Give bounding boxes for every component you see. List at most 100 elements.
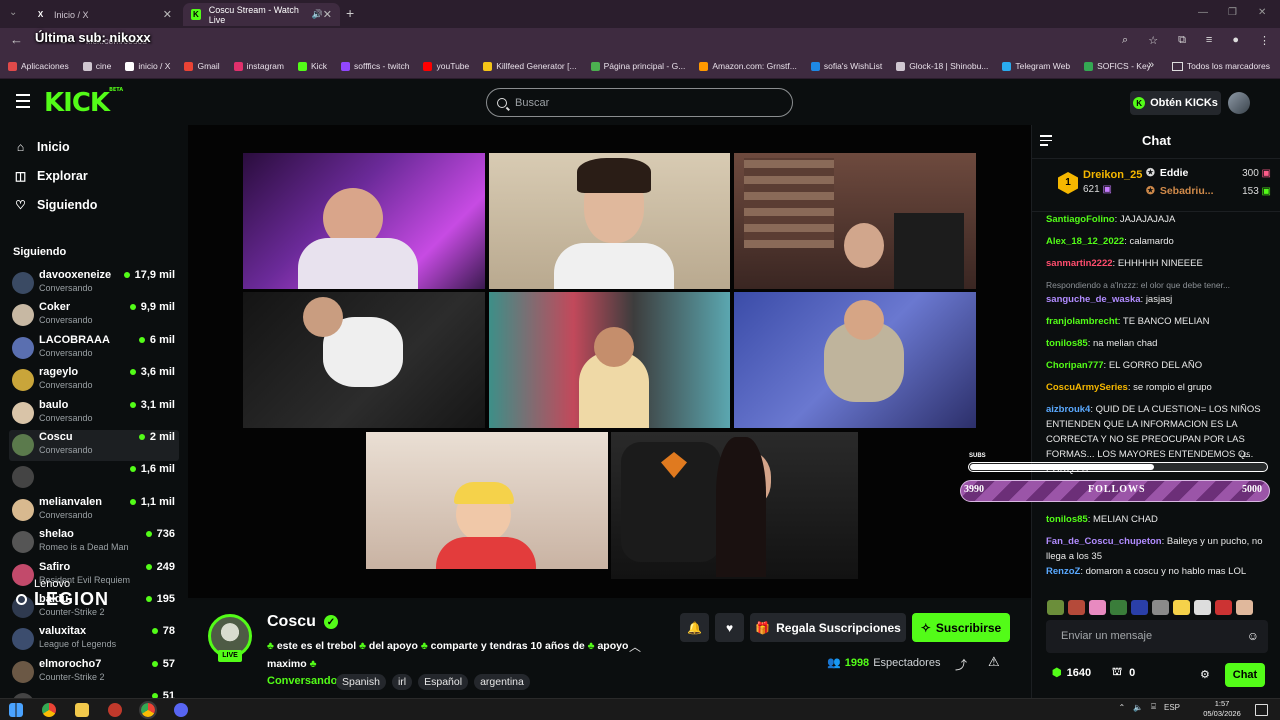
bookmark-item[interactable]: Telegram Web	[1002, 61, 1070, 71]
menu-icon[interactable]: ⋮	[1259, 34, 1270, 47]
bookmark-item[interactable]: Aplicaciones	[8, 61, 69, 71]
notification-icon[interactable]	[1255, 704, 1268, 716]
follow-button[interactable]: ♥	[715, 613, 744, 642]
kick-logo[interactable]: KICKBETA	[44, 87, 123, 118]
notification-bell-button[interactable]: 🔔	[680, 613, 709, 642]
send-chat-button[interactable]: Chat	[1225, 663, 1265, 687]
channel-points[interactable]: ⬢ 1640	[1052, 666, 1091, 680]
bookmark-item[interactable]: Amazon.com: Grnstf...	[699, 61, 797, 71]
network-icon[interactable]: ⌸	[1151, 702, 1156, 712]
bookmark-item[interactable]: cine	[82, 61, 111, 71]
emote-icon[interactable]	[1131, 600, 1148, 615]
discord-icon[interactable]	[174, 703, 188, 717]
clock[interactable]: 1:57 05/03/2026	[1200, 699, 1244, 719]
followed-channel[interactable]: 51	[9, 689, 179, 698]
chat-username[interactable]: sanguche_de_waska	[1046, 294, 1141, 305]
sidebar-item-inicio[interactable]: ⌂ Inicio	[14, 140, 70, 154]
sidebar-item-siguiendo[interactable]: ♡ Siguiendo	[14, 198, 97, 212]
profile-icon[interactable]: ●	[1232, 34, 1239, 47]
leaderboard-row[interactable]: ✪ Sebadriu... 153 ▣	[1146, 185, 1271, 197]
bookmark-item[interactable]: Gmail	[184, 61, 220, 71]
chat-username[interactable]: aizbrouk4	[1046, 404, 1090, 415]
speaker-icon[interactable]: 🔊	[312, 9, 323, 20]
leader-name[interactable]: Dreikon_25	[1083, 169, 1142, 181]
emote-icon[interactable]	[1089, 600, 1106, 615]
tab-x[interactable]: X Inicio / X ✕	[27, 3, 180, 26]
minimize-icon[interactable]: —	[1198, 7, 1208, 18]
app-icon[interactable]	[108, 703, 122, 717]
chat-message-input[interactable]: Enviar un mensaje ☺	[1046, 620, 1268, 653]
chevron-up-icon[interactable]: ⌃	[1119, 703, 1126, 712]
category-link[interactable]: Conversando	[267, 675, 337, 687]
all-bookmarks[interactable]: Todos los marcadores	[1171, 61, 1270, 71]
emote-icon[interactable]	[1152, 600, 1169, 615]
tab-search-icon[interactable]: ⌄	[9, 7, 17, 18]
window-close-icon[interactable]: ✕	[1258, 7, 1266, 18]
chat-username[interactable]: CoscuArmySeries	[1046, 382, 1128, 393]
bookmark-item[interactable]: Killfeed Generator [...	[483, 61, 577, 71]
followed-channel[interactable]: elmorocho7 Counter-Strike 2 57	[9, 657, 179, 688]
zoom-icon[interactable]: ⌕	[1122, 34, 1128, 47]
file-explorer-icon[interactable]	[75, 703, 89, 717]
close-icon[interactable]: ✕	[163, 8, 172, 21]
followed-channel[interactable]: baulo Conversando 3,1 mil	[9, 398, 179, 429]
windows-start-icon[interactable]	[9, 703, 23, 717]
followed-channel[interactable]: 1,6 mil	[9, 462, 179, 493]
search-input[interactable]: Buscar	[486, 88, 793, 117]
stream-tag[interactable]: Spanish	[336, 674, 386, 690]
bookmark-item[interactable]: SOFICS - Key	[1084, 61, 1151, 71]
sidebar-item-explorar[interactable]: ◫ Explorar	[14, 169, 88, 183]
followed-channel[interactable]: davooxeneize Conversando 17,9 mil	[9, 268, 179, 299]
emote-icon[interactable]	[1236, 600, 1253, 615]
back-icon[interactable]: ←	[10, 32, 23, 47]
gear-icon[interactable]: ⚙	[1200, 668, 1210, 681]
emote-icon[interactable]	[1173, 600, 1190, 615]
chat-username[interactable]: tonilos85	[1046, 514, 1088, 525]
bookmark-item[interactable]: Glock-18 | Shinobu...	[896, 61, 988, 71]
bookmark-star-icon[interactable]: ☆	[1148, 34, 1158, 47]
followed-channel[interactable]: Coker Conversando 9,9 mil	[9, 300, 179, 331]
followed-channel[interactable]: melianvalen Conversando 1,1 mil	[9, 495, 179, 526]
emote-icon[interactable]	[1110, 600, 1127, 615]
user-avatar[interactable]	[1228, 92, 1250, 114]
chat-username[interactable]: franjolambrecht	[1046, 316, 1118, 327]
video-player[interactable]	[188, 125, 1031, 598]
emote-icon[interactable]	[1047, 600, 1064, 615]
get-kicks-button[interactable]: K Obtén KICKs	[1130, 91, 1221, 115]
chat-username[interactable]: SantiagoFolino	[1046, 214, 1115, 225]
followed-channel[interactable]: LACOBRAAA Conversando 6 mil	[9, 333, 179, 364]
tab-kick[interactable]: K Coscu Stream - Watch Live 🔊 ✕	[183, 3, 340, 26]
extensions-icon[interactable]: ⧉	[1178, 34, 1186, 47]
leaderboard-row[interactable]: ✪ Eddie 300 ▣	[1146, 167, 1271, 179]
maximize-icon[interactable]: ❐	[1228, 7, 1237, 18]
subscribe-button[interactable]: ✧ Suscribirse	[912, 613, 1010, 642]
bookmark-item[interactable]: sofffics - twitch	[341, 61, 409, 71]
chat-username[interactable]: tonilos85	[1046, 338, 1088, 349]
new-tab-icon[interactable]: +	[346, 5, 354, 21]
volume-icon[interactable]: 🔈	[1133, 703, 1143, 712]
emote-icon[interactable]	[1194, 600, 1211, 615]
bookmark-item[interactable]: Kick	[297, 61, 327, 71]
more-bookmarks-icon[interactable]: »	[1148, 59, 1154, 71]
bookmark-item[interactable]: inicio / X	[125, 61, 170, 71]
url-field[interactable]: kick.com/coscu	[86, 33, 1146, 50]
bookmark-item[interactable]: sofia's WishList	[810, 61, 882, 71]
chat-username[interactable]: RenzoZ	[1046, 566, 1080, 577]
followed-channel[interactable]: valuxitax League of Legends 78	[9, 624, 179, 655]
emote-icon[interactable]	[1068, 600, 1085, 615]
followed-channel[interactable]: shelao Romeo is a Dead Man 736	[9, 527, 179, 558]
emote-icon[interactable]	[1215, 600, 1232, 615]
report-icon[interactable]: ⚠	[988, 654, 1000, 670]
chest-counter[interactable]: ⛫ 0	[1112, 666, 1135, 680]
stream-tag[interactable]: irl	[391, 674, 413, 690]
media-icon[interactable]: ≡	[1206, 34, 1212, 47]
bookmark-item[interactable]: instagram	[233, 61, 284, 71]
chat-username[interactable]: Choripan777	[1046, 360, 1104, 371]
emoji-icon[interactable]: ☺	[1247, 620, 1259, 653]
share-icon[interactable]: ⤴	[955, 656, 967, 673]
close-icon[interactable]: ✕	[323, 8, 332, 21]
chat-username[interactable]: Alex_18_12_2022	[1046, 236, 1124, 247]
chat-username[interactable]: sanmartin2222	[1046, 258, 1113, 269]
language-indicator[interactable]: ESP	[1164, 703, 1180, 712]
stream-tag[interactable]: argentina	[474, 674, 530, 690]
